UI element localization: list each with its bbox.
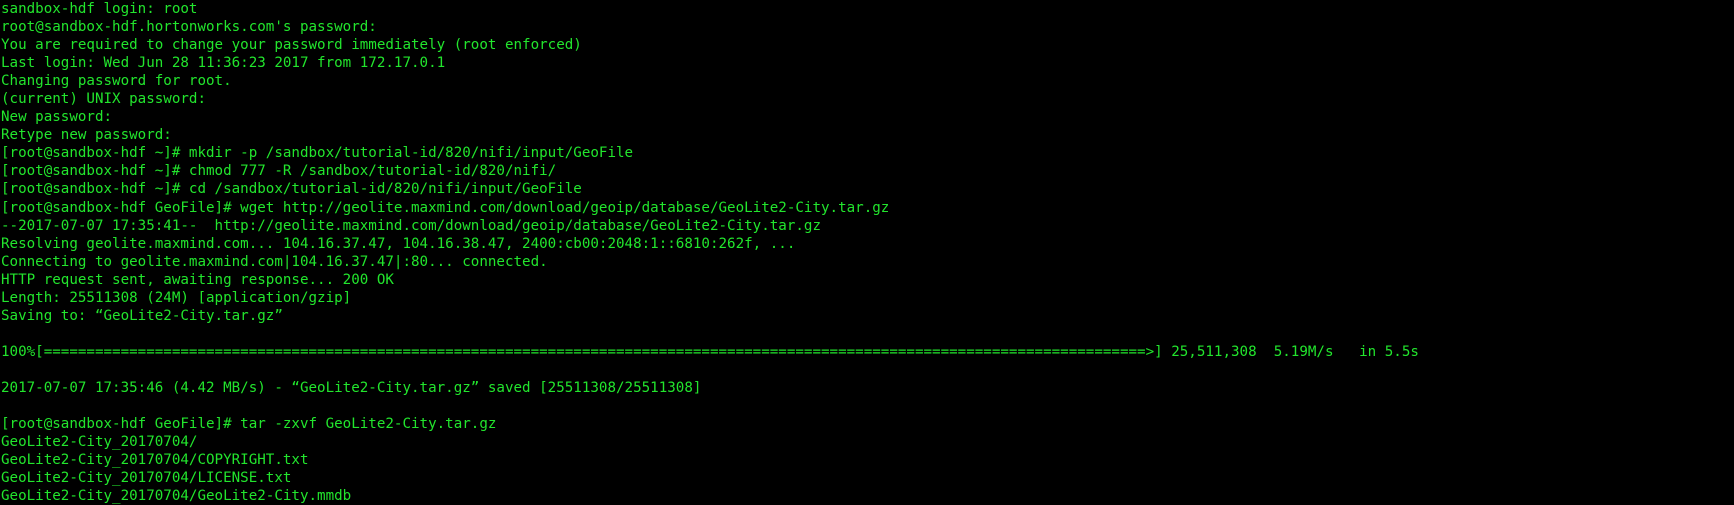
- terminal-line-password-prompt: root@sandbox-hdf.hortonworks.com's passw…: [1, 19, 377, 36]
- terminal-line-tar-output: GeoLite2-City_20170704/LICENSE.txt: [1, 470, 292, 487]
- terminal-line-http-response: HTTP request sent, awaiting response... …: [1, 271, 394, 288]
- terminal-line-login: sandbox-hdf login: root: [1, 1, 198, 17]
- terminal-line-change-required: You are required to change your password…: [1, 37, 582, 54]
- terminal-line-wget-command: [root@sandbox-hdf GeoFile]# wget http://…: [1, 199, 890, 216]
- terminal-line-cd-command: [root@sandbox-hdf ~]# cd /sandbox/tutori…: [1, 181, 582, 198]
- terminal-line-current-password: (current) UNIX password:: [1, 91, 206, 108]
- terminal-line-saving-to: Saving to: “GeoLite2-City.tar.gz”: [1, 307, 283, 324]
- terminal-line-new-password: New password:: [1, 109, 113, 126]
- terminal-line-retype-password: Retype new password:: [1, 127, 172, 144]
- terminal-window[interactable]: sandbox-hdf login: root root@sandbox-hdf…: [0, 0, 1734, 505]
- terminal-line-progress-bar: 100%[===================================…: [1, 343, 1419, 360]
- terminal-line-wget-start: --2017-07-07 17:35:41-- http://geolite.m…: [1, 217, 821, 234]
- terminal-line-changing-password: Changing password for root.: [1, 73, 232, 90]
- terminal-line-resolving: Resolving geolite.maxmind.com... 104.16.…: [1, 235, 796, 252]
- terminal-line-tar-output: GeoLite2-City_20170704/GeoLite2-City.mmd…: [1, 488, 352, 505]
- terminal-line-tar-output: GeoLite2-City_20170704/COPYRIGHT.txt: [1, 452, 309, 469]
- terminal-line-last-login: Last login: Wed Jun 28 11:36:23 2017 fro…: [1, 55, 446, 72]
- terminal-line-mkdir-command: [root@sandbox-hdf ~]# mkdir -p /sandbox/…: [1, 145, 634, 162]
- terminal-line-length: Length: 25511308 (24M) [application/gzip…: [1, 289, 352, 306]
- terminal-line-chmod-command: [root@sandbox-hdf ~]# chmod 777 -R /sand…: [1, 163, 557, 180]
- terminal-line-saved: 2017-07-07 17:35:46 (4.42 MB/s) - “GeoLi…: [1, 379, 702, 396]
- terminal-line-tar-output: GeoLite2-City_20170704/: [1, 434, 198, 451]
- terminal-line-connecting: Connecting to geolite.maxmind.com|104.16…: [1, 253, 548, 270]
- terminal-line-tar-command: [root@sandbox-hdf GeoFile]# tar -zxvf Ge…: [1, 416, 497, 433]
